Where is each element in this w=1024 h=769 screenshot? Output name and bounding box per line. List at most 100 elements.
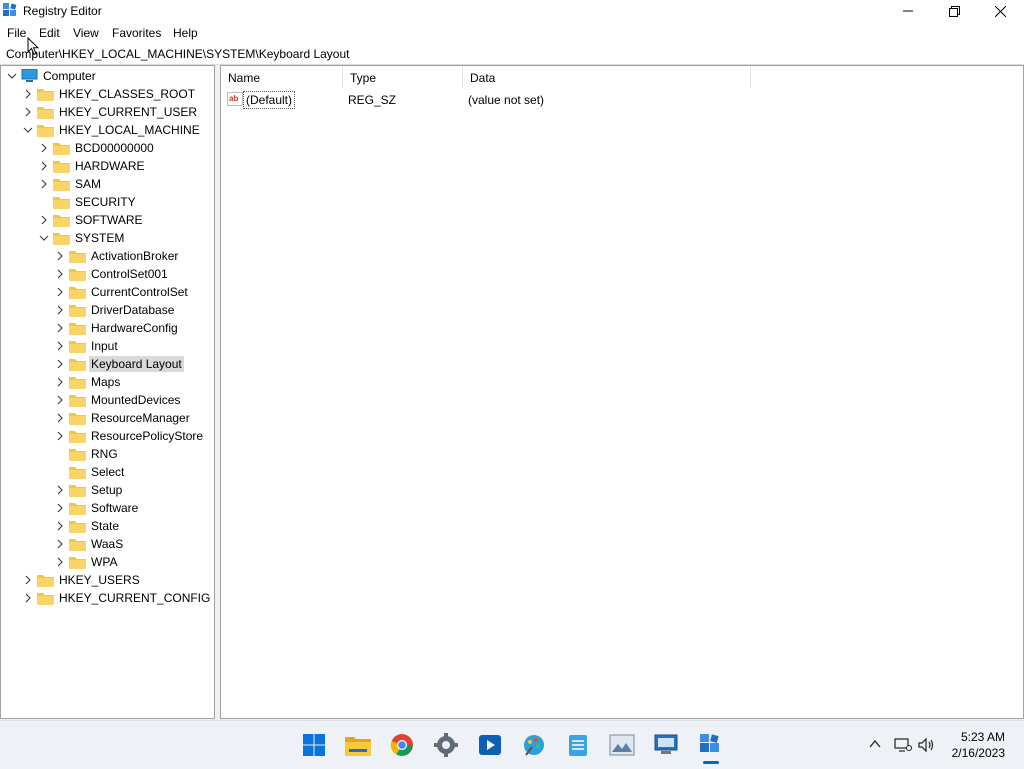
column-header-type[interactable]: Type: [343, 66, 463, 88]
chevron-right-icon[interactable]: [55, 323, 65, 333]
show-hidden-icons-button[interactable]: [868, 737, 884, 753]
tree-item-hkey-classes-root[interactable]: HKEY_CLASSES_ROOT: [1, 85, 214, 103]
notepad-icon[interactable]: [562, 729, 594, 761]
value-row[interactable]: ab (Default) REG_SZ (value not set): [221, 90, 1001, 110]
clock-date: 2/16/2023: [951, 746, 1005, 760]
paint-icon[interactable]: [518, 729, 550, 761]
photos-icon[interactable]: [606, 729, 638, 761]
tree-item-state[interactable]: State: [1, 517, 214, 535]
folder-icon: [53, 197, 70, 209]
address-path[interactable]: Computer\HKEY_LOCAL_MACHINE\SYSTEM\Keybo…: [6, 47, 349, 61]
clock-time: 5:23 AM: [960, 730, 1005, 744]
tree-item-waas[interactable]: WaaS: [1, 535, 214, 553]
tree-item-select[interactable]: Select: [1, 463, 214, 481]
chevron-right-icon[interactable]: [39, 161, 49, 171]
chevron-right-icon[interactable]: [55, 395, 65, 405]
tree-label: HKEY_CURRENT_CONFIG: [59, 591, 211, 605]
chevron-right-icon[interactable]: [55, 305, 65, 315]
tree-item-sam[interactable]: SAM: [1, 175, 214, 193]
tree-label: WPA: [91, 555, 118, 569]
tree-item-system[interactable]: SYSTEM: [1, 229, 214, 247]
chevron-right-icon[interactable]: [55, 341, 65, 351]
tree-item-computer[interactable]: Computer: [1, 67, 214, 85]
file-explorer-icon[interactable]: [342, 729, 374, 761]
tree-item-mounteddevices[interactable]: MountedDevices: [1, 391, 214, 409]
column-header-name[interactable]: Name: [221, 66, 343, 88]
string-value-icon: ab: [227, 92, 243, 106]
chevron-right-icon[interactable]: [39, 215, 49, 225]
chevron-right-icon[interactable]: [39, 143, 49, 153]
address-bar[interactable]: Computer\HKEY_LOCAL_MACHINE\SYSTEM\Keybo…: [0, 43, 1024, 65]
remote-desktop-icon[interactable]: [650, 729, 682, 761]
tree-item-hardwareconfig[interactable]: HardwareConfig: [1, 319, 214, 337]
tree-item-input[interactable]: Input: [1, 337, 214, 355]
folder-icon: [69, 539, 86, 551]
tree-item-hkey-local-machine[interactable]: HKEY_LOCAL_MACHINE: [1, 121, 214, 139]
minimize-icon: [903, 10, 913, 12]
tree-item-currentcontrolset[interactable]: CurrentControlSet: [1, 283, 214, 301]
column-header-data[interactable]: Data: [463, 66, 751, 88]
chevron-down-icon[interactable]: [23, 125, 33, 135]
tree-item-controlset001[interactable]: ControlSet001: [1, 265, 214, 283]
windows-start-icon[interactable]: [298, 729, 330, 761]
tree-item-software[interactable]: Software: [1, 499, 214, 517]
chevron-right-icon[interactable]: [55, 413, 65, 423]
chevron-down-icon[interactable]: [7, 71, 17, 81]
tree-item-driverdatabase[interactable]: DriverDatabase: [1, 301, 214, 319]
tree-item-rng[interactable]: RNG: [1, 445, 214, 463]
media-player-icon[interactable]: [474, 729, 506, 761]
settings-icon[interactable]: [430, 729, 462, 761]
tree-pane[interactable]: Computer HKEY_CLASSES_ROOT HKEY_CURRENT_…: [0, 65, 215, 719]
menu-help[interactable]: Help: [173, 26, 198, 40]
chevron-right-icon[interactable]: [23, 593, 33, 603]
menu-bar: File Edit View Favorites Help: [0, 22, 1024, 43]
chevron-right-icon[interactable]: [23, 107, 33, 117]
tree-item-hkey-current-user[interactable]: HKEY_CURRENT_USER: [1, 103, 214, 121]
chevron-right-icon[interactable]: [55, 377, 65, 387]
menu-favorites[interactable]: Favorites: [112, 26, 161, 40]
tree-item-wpa[interactable]: WPA: [1, 553, 214, 571]
tree-item-security[interactable]: SECURITY: [1, 193, 214, 211]
chevron-right-icon[interactable]: [55, 557, 65, 567]
minimize-button[interactable]: [885, 0, 931, 22]
chevron-down-icon[interactable]: [39, 233, 49, 243]
clock[interactable]: 5:23 AM 2/16/2023: [940, 729, 1008, 761]
chevron-right-icon[interactable]: [39, 179, 49, 189]
chevron-right-icon[interactable]: [55, 431, 65, 441]
chevron-right-icon[interactable]: [23, 575, 33, 585]
tree-item-bcd[interactable]: BCD00000000: [1, 139, 214, 157]
chevron-right-icon[interactable]: [55, 287, 65, 297]
chevron-right-icon[interactable]: [55, 503, 65, 513]
chevron-right-icon[interactable]: [55, 269, 65, 279]
menu-file[interactable]: File: [7, 26, 26, 40]
chevron-right-icon[interactable]: [55, 539, 65, 549]
chrome-icon[interactable]: [386, 729, 418, 761]
menu-view[interactable]: View: [73, 26, 99, 40]
network-icon[interactable]: [894, 737, 912, 753]
value-name[interactable]: (Default): [243, 91, 296, 109]
tree-item-hkey-current-config[interactable]: HKEY_CURRENT_CONFIG: [1, 589, 214, 607]
chevron-right-icon[interactable]: [23, 89, 33, 99]
tree-item-resourcemanager[interactable]: ResourceManager: [1, 409, 214, 427]
menu-edit[interactable]: Edit: [39, 26, 60, 40]
tree-item-setup[interactable]: Setup: [1, 481, 214, 499]
tree-item-maps[interactable]: Maps: [1, 373, 214, 391]
chevron-right-icon[interactable]: [55, 485, 65, 495]
tree-item-hardware[interactable]: HARDWARE: [1, 157, 214, 175]
chevron-right-icon[interactable]: [55, 521, 65, 531]
volume-icon[interactable]: [918, 737, 936, 753]
folder-icon: [53, 215, 70, 227]
tree-item-software[interactable]: SOFTWARE: [1, 211, 214, 229]
tree-item-keyboard-layout[interactable]: Keyboard Layout: [1, 355, 214, 373]
close-button[interactable]: [977, 0, 1023, 22]
tree-item-resourcepolicystore[interactable]: ResourcePolicyStore: [1, 427, 214, 445]
tree-item-hkey-users[interactable]: HKEY_USERS: [1, 571, 214, 589]
tree-item-activationbroker[interactable]: ActivationBroker: [1, 247, 214, 265]
chevron-right-icon[interactable]: [55, 359, 65, 369]
folder-icon: [37, 125, 54, 137]
taskbar: 5:23 AM 2/16/2023: [0, 720, 1024, 769]
restore-button[interactable]: [931, 0, 977, 22]
values-list[interactable]: Name Type Data ab (Default) REG_SZ (valu…: [220, 65, 1024, 719]
registry-editor-taskbar-icon[interactable]: [694, 729, 726, 761]
chevron-right-icon[interactable]: [55, 251, 65, 261]
